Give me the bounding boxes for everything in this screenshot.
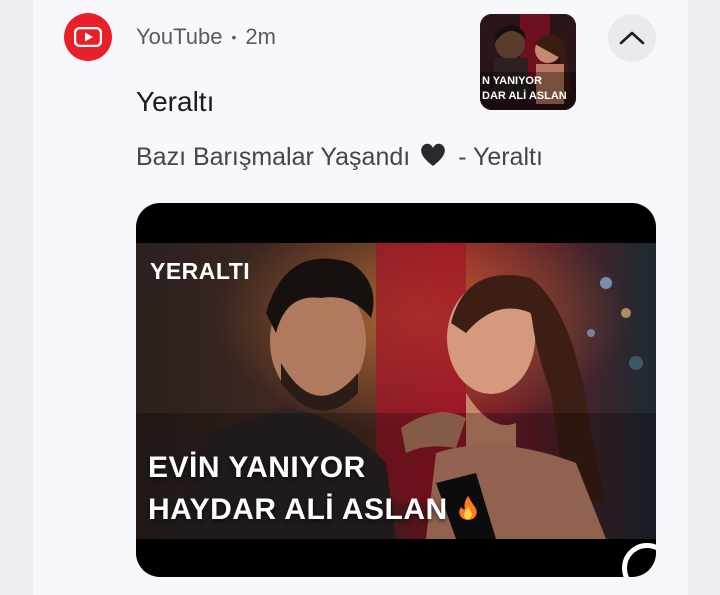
body-text-suffix: - Yeraltı (458, 143, 543, 171)
show-logo: YERALTI (150, 258, 251, 284)
notification-thumbnail[interactable]: N YANIYOR DAR ALİ ASLAN (480, 14, 576, 110)
thumbnail-text-line1: N YANIYOR (482, 75, 542, 87)
youtube-icon (64, 13, 112, 61)
thumbnail-text-line2: DAR ALİ ASLAN (482, 90, 567, 102)
separator-dot: • (231, 29, 237, 45)
notification-title: Yeraltı (136, 86, 215, 117)
chevron-up-icon (619, 31, 645, 45)
notification-body: Bazı Barışmalar Yaşandı - Yeraltı (136, 142, 543, 172)
notification-card[interactable]: YouTube • 2m N YANIYOR DAR ALİ ASLAN Yer… (33, 0, 688, 595)
notification-big-picture[interactable]: YERALTI EVİN YANIYOR HAYDAR ALİ ASLAN (136, 203, 656, 577)
app-name: YouTube (136, 24, 223, 49)
black-heart-icon (421, 143, 445, 166)
collapse-button[interactable] (608, 14, 656, 62)
notification-header: YouTube • 2m (136, 24, 276, 50)
body-text-main: Bazı Barışmalar Yaşandı (136, 143, 411, 171)
image-caption-line1: EVİN YANIYOR (148, 451, 366, 484)
image-caption-line2-text: HAYDAR ALİ ASLAN (148, 493, 448, 526)
fire-icon (458, 496, 477, 520)
image-caption-line2: HAYDAR ALİ ASLAN (148, 493, 479, 527)
timestamp: 2m (245, 24, 276, 49)
